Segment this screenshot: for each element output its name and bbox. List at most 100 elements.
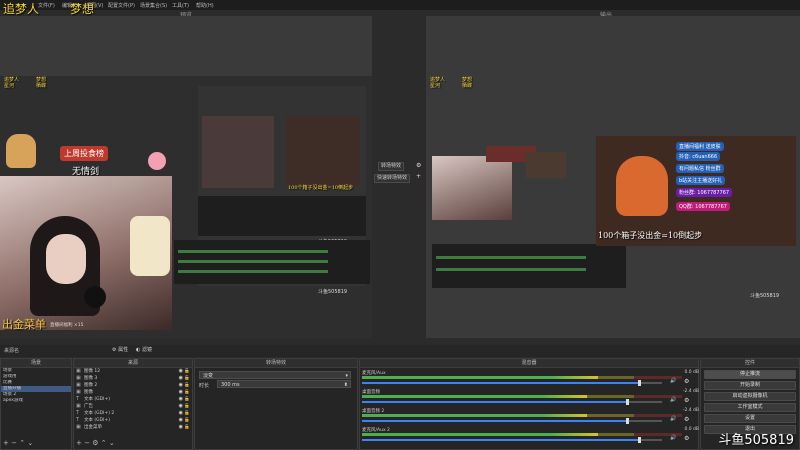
up-icon[interactable]: ⌃ bbox=[19, 439, 25, 447]
menu-overlay-title: 出金菜单 bbox=[2, 318, 46, 331]
speaker-icon[interactable]: 🔊 bbox=[670, 397, 676, 403]
source-item[interactable]: ▣ 出金菜单 ◉ 🔓 bbox=[74, 424, 192, 431]
volume-slider[interactable] bbox=[362, 418, 662, 424]
transition-column: 转场特效 ⚙ 快速转场特效 + bbox=[372, 16, 426, 338]
lock-icon[interactable]: 🔓 bbox=[184, 389, 190, 396]
remove-icon[interactable]: − bbox=[84, 439, 90, 447]
lock-icon[interactable]: 🔓 bbox=[184, 424, 190, 431]
tips-line-1: 直播间福利 送皮肤 bbox=[676, 142, 724, 151]
source-item[interactable]: ▣ 图像 12 ◉ 🔓 bbox=[74, 368, 192, 375]
source-item[interactable]: ▣ 广告 ◉ 🔓 bbox=[74, 403, 192, 410]
image-icon: ▣ bbox=[76, 389, 81, 395]
settings-button[interactable]: 设置 bbox=[704, 414, 796, 423]
eye-icon[interactable]: ◉ bbox=[179, 410, 183, 417]
add-icon[interactable]: + bbox=[76, 439, 82, 447]
program-small-2: 星河 bbox=[430, 83, 441, 89]
eye-icon[interactable]: ◉ bbox=[179, 396, 183, 403]
source-item[interactable]: T 文本 (GDI+) ◉ 🔓 bbox=[74, 417, 192, 424]
scenes-title: 场景 bbox=[1, 359, 71, 368]
speaker-icon[interactable]: 🔊 bbox=[670, 378, 676, 384]
source-item[interactable]: T 文本 (GDI+) 2 ◉ 🔓 bbox=[74, 410, 192, 417]
menu-scene-collection[interactable]: 场景集合(S) bbox=[140, 2, 167, 9]
volume-slider-knob[interactable] bbox=[626, 418, 629, 424]
source-item[interactable]: ▣ 图像 3 ◉ 🔓 bbox=[74, 375, 192, 382]
tips-line-2: 抖音: c6uan666 bbox=[676, 152, 721, 161]
streamer-face bbox=[46, 234, 86, 284]
lock-icon[interactable]: 🔓 bbox=[184, 368, 190, 375]
volume-slider-knob[interactable] bbox=[638, 437, 641, 443]
plus-icon[interactable]: + bbox=[416, 173, 421, 180]
quick-transition-button[interactable]: 快速转场特效 bbox=[374, 174, 411, 183]
eye-icon[interactable]: ◉ bbox=[179, 382, 183, 389]
eye-icon[interactable]: ◉ bbox=[179, 403, 183, 410]
gear-icon[interactable]: ⚙ bbox=[92, 439, 98, 447]
fan-group-text: 粉丝群: 1067787767 bbox=[676, 188, 733, 197]
volume-slider-fill bbox=[362, 439, 638, 441]
transition-button[interactable]: 转场特效 bbox=[378, 162, 405, 171]
duration-input[interactable]: 300 ms ⬍ bbox=[217, 380, 351, 388]
program-inner-mixer bbox=[432, 244, 626, 288]
menu-file[interactable]: 文件(F) bbox=[38, 2, 55, 9]
gear-icon[interactable]: ⚙ bbox=[684, 397, 689, 404]
stepper-icon[interactable]: ⬍ bbox=[344, 381, 348, 389]
volume-slider-knob[interactable] bbox=[626, 399, 629, 405]
menu-help[interactable]: 帮助(H) bbox=[196, 2, 214, 9]
menu-tools[interactable]: 工具(T) bbox=[172, 2, 189, 9]
lock-icon[interactable]: 🔓 bbox=[184, 396, 190, 403]
gear-icon[interactable]: ⚙ bbox=[416, 162, 421, 169]
lock-icon[interactable]: 🔓 bbox=[184, 382, 190, 389]
mixer-channel-db: 0.0 dB bbox=[684, 370, 699, 375]
virtual-camera-button[interactable]: 启动虚拟摄像机 bbox=[704, 392, 796, 401]
source-item[interactable]: ▣ 图像 ◉ 🔓 bbox=[74, 389, 192, 396]
stop-streaming-button[interactable]: 停止推流 bbox=[704, 370, 796, 379]
lock-icon[interactable]: 🔓 bbox=[184, 403, 190, 410]
lock-icon[interactable]: 🔓 bbox=[184, 375, 190, 382]
mixer-channel-db: -2.4 dB bbox=[682, 389, 699, 394]
gear-icon[interactable]: ⚙ bbox=[684, 416, 689, 423]
duration-label: 时长 bbox=[199, 383, 210, 389]
source-item[interactable]: T 文本 (GDI+) ◉ 🔓 bbox=[74, 396, 192, 403]
gear-icon[interactable]: ⚙ bbox=[684, 435, 689, 442]
speaker-icon[interactable]: 🔊 bbox=[670, 435, 676, 441]
down-icon[interactable]: ⌄ bbox=[27, 439, 33, 447]
lock-icon[interactable]: 🔓 bbox=[184, 417, 190, 424]
properties-button[interactable]: ⚙ 属性 bbox=[112, 346, 128, 353]
mixer-title: 混音器 bbox=[360, 359, 698, 368]
down-icon[interactable]: ⌄ bbox=[109, 439, 115, 447]
volume-slider[interactable] bbox=[362, 437, 662, 443]
preview-pane[interactable]: 追梦人 星河 梦想 栖蝶 100个箱子没出金=10倒起步 斗鱼505819 上周… bbox=[0, 16, 372, 338]
source-label: 出金菜单 bbox=[84, 425, 102, 430]
program-small-4: 栖蝶 bbox=[462, 83, 473, 89]
eye-icon[interactable]: ◉ bbox=[179, 389, 183, 396]
scene-item[interactable]: apex游戏 bbox=[1, 398, 71, 404]
text-icon: T bbox=[76, 396, 80, 402]
volume-slider-knob[interactable] bbox=[638, 380, 641, 386]
eye-icon[interactable]: ◉ bbox=[179, 368, 183, 375]
up-icon[interactable]: ⌃ bbox=[101, 439, 107, 447]
studio-mode-button[interactable]: 工作室模式 bbox=[704, 403, 796, 412]
eye-icon[interactable]: ◉ bbox=[179, 375, 183, 382]
menu-profile[interactable]: 配置文件(P) bbox=[108, 2, 135, 9]
add-icon[interactable]: + bbox=[3, 439, 9, 447]
nested-camera bbox=[202, 116, 274, 188]
lock-icon[interactable]: 🔓 bbox=[184, 410, 190, 417]
image-icon: ▣ bbox=[76, 424, 81, 430]
gear-icon[interactable]: ⚙ bbox=[684, 378, 689, 385]
transition-select[interactable]: 淡变 ▾ bbox=[199, 371, 351, 379]
start-recording-button[interactable]: 开始录制 bbox=[704, 381, 796, 390]
qq-group-text: QQ群: 1067787767 bbox=[676, 202, 730, 211]
source-item[interactable]: ▣ 图像 2 ◉ 🔓 bbox=[74, 382, 192, 389]
microphone-icon bbox=[84, 286, 106, 308]
filters-button[interactable]: ◐ 滤镜 bbox=[136, 346, 152, 353]
source-toolbar-bottom: + − ⚙ ⌃ ⌄ bbox=[76, 439, 115, 447]
program-room-id: 斗鱼505819 bbox=[750, 293, 780, 299]
speaker-icon[interactable]: 🔊 bbox=[670, 416, 676, 422]
volume-slider[interactable] bbox=[362, 399, 662, 405]
sources-panel: 来源 ▣ 图像 12 ◉ 🔓 ▣ 图像 3 ◉ 🔓 ▣ 图像 2 ◉ 🔓 ▣ 图像 ◉ 🔓 T 文本 (G… bbox=[73, 358, 193, 450]
text-icon: T bbox=[76, 410, 80, 416]
volume-slider[interactable] bbox=[362, 380, 662, 386]
cake-decoration bbox=[130, 216, 170, 276]
eye-icon[interactable]: ◉ bbox=[179, 424, 183, 431]
remove-icon[interactable]: − bbox=[11, 439, 17, 447]
eye-icon[interactable]: ◉ bbox=[179, 417, 183, 424]
